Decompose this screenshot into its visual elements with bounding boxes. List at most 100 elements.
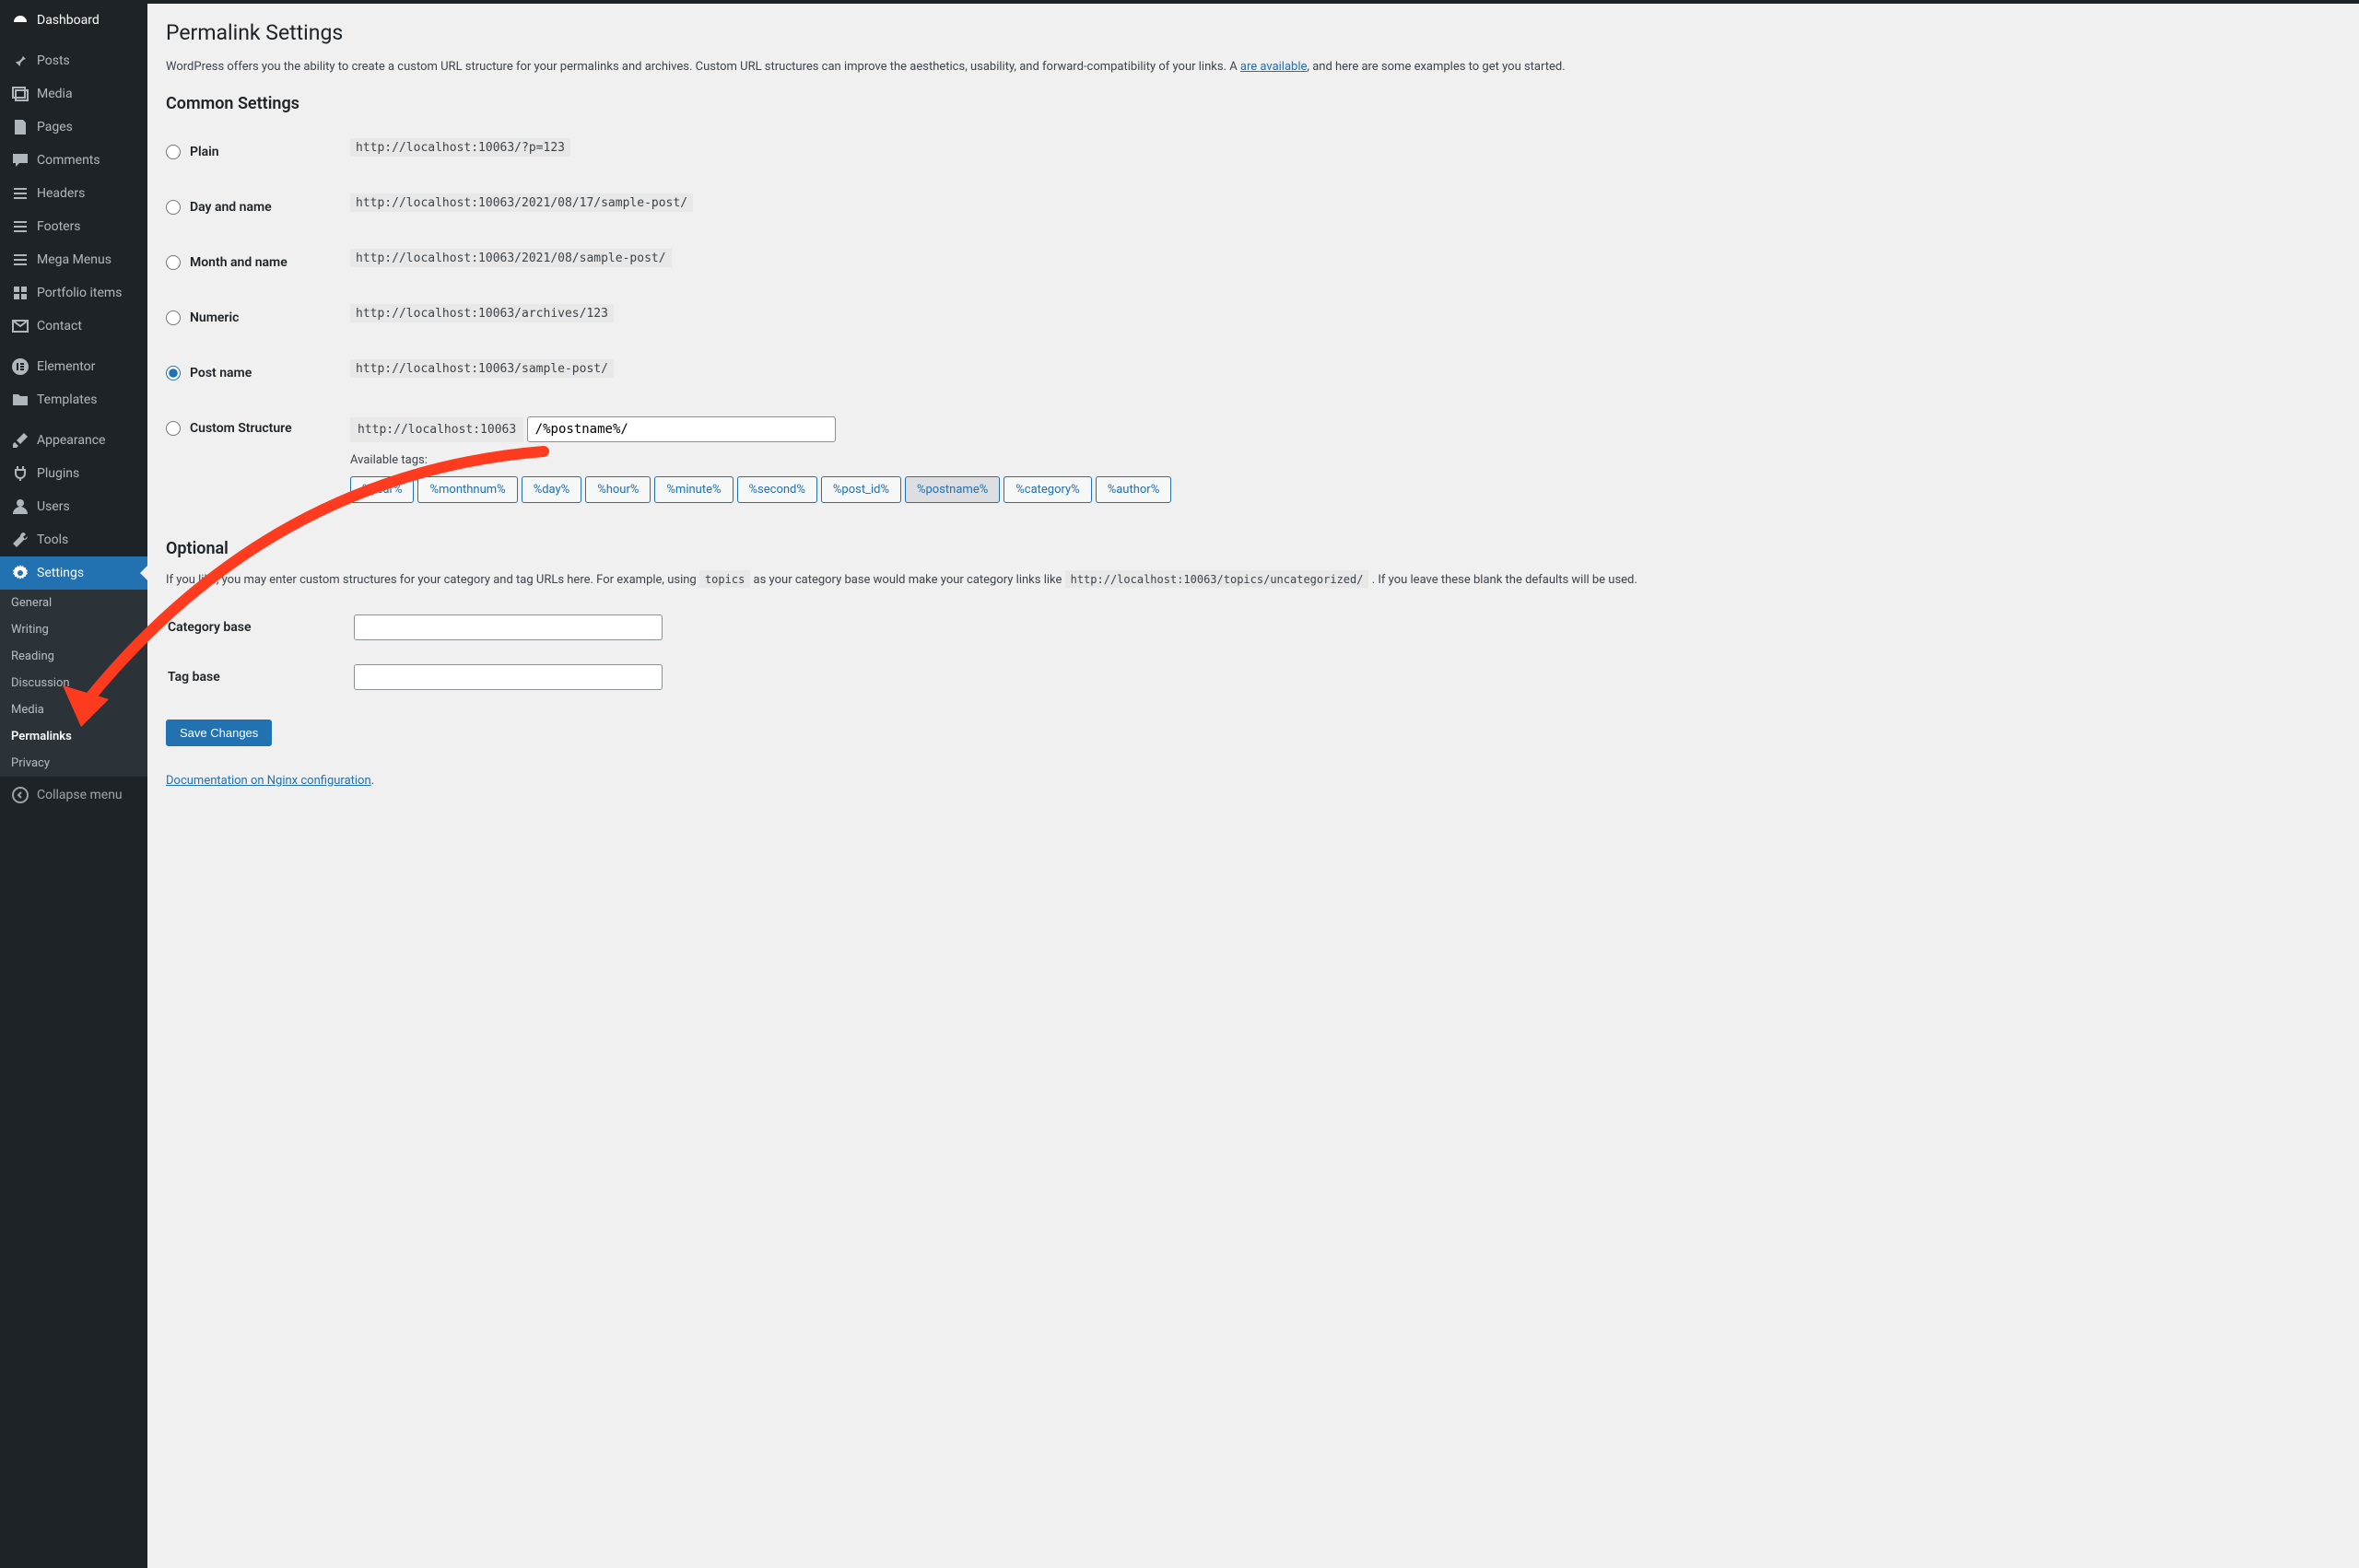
collapse-menu-button[interactable]: Collapse menu xyxy=(0,777,147,813)
comment-icon xyxy=(11,151,29,170)
tag-button-minute[interactable]: %minute% xyxy=(654,476,733,503)
common-settings-heading: Common Settings xyxy=(166,94,2341,113)
plug-icon xyxy=(11,464,29,483)
nginx-doc-link[interactable]: Documentation on Nginx configuration xyxy=(166,774,371,788)
sidebar-item-label: Templates xyxy=(37,392,98,407)
sidebar-item-plugins[interactable]: Plugins xyxy=(0,457,147,490)
sidebar-item-dashboard[interactable]: Dashboard xyxy=(0,4,147,37)
permalink-option-custom-structure[interactable]: Custom Structure xyxy=(166,421,292,436)
sidebar-item-label: Mega Menus xyxy=(37,252,111,267)
sidebar-item-media[interactable]: Media xyxy=(0,77,147,111)
bars-icon xyxy=(11,251,29,269)
permalink-option-label: Post name xyxy=(190,366,252,380)
sidebar-item-label: Pages xyxy=(37,120,73,135)
submenu-item-reading[interactable]: Reading xyxy=(0,643,147,670)
permalink-radio-post-name[interactable] xyxy=(166,366,181,380)
grid-icon xyxy=(11,284,29,302)
permalink-radio-custom-structure[interactable] xyxy=(166,421,181,436)
permalink-option-day-and-name[interactable]: Day and name xyxy=(166,200,272,215)
sidebar-item-headers[interactable]: Headers xyxy=(0,177,147,210)
settings-permalinks-page: Permalink Settings WordPress offers you … xyxy=(147,4,2359,1568)
available-tags-label: Available tags: xyxy=(350,453,2331,467)
permalink-radio-numeric[interactable] xyxy=(166,310,181,325)
tag-button-year[interactable]: %year% xyxy=(350,476,414,503)
submenu-item-permalinks[interactable]: Permalinks xyxy=(0,723,147,750)
wrench-icon xyxy=(11,531,29,549)
page-intro: WordPress offers you the ability to crea… xyxy=(166,58,2341,77)
permalink-option-label: Numeric xyxy=(190,310,239,325)
permalink-option-month-and-name[interactable]: Month and name xyxy=(166,255,288,270)
sidebar-item-settings[interactable]: Settings xyxy=(0,556,147,590)
user-icon xyxy=(11,497,29,516)
tag-button-category[interactable]: %category% xyxy=(1003,476,1091,503)
available-tags-row: %year%%monthnum%%day%%hour%%minute%%seco… xyxy=(350,476,2331,509)
tag-base-input[interactable] xyxy=(354,664,663,690)
tag-button-hour[interactable]: %hour% xyxy=(585,476,651,503)
sidebar-item-label: Appearance xyxy=(37,433,105,448)
sidebar-item-label: Portfolio items xyxy=(37,286,122,300)
intro-link[interactable]: are available xyxy=(1240,60,1307,74)
permalink-option-label: Month and name xyxy=(190,255,288,270)
sidebar-item-pages[interactable]: Pages xyxy=(0,111,147,144)
sidebar-item-label: Elementor xyxy=(37,359,95,374)
bars-icon xyxy=(11,217,29,236)
pin-icon xyxy=(11,52,29,70)
sidebar-item-contact[interactable]: Contact xyxy=(0,310,147,343)
permalink-option-post-name[interactable]: Post name xyxy=(166,366,252,380)
save-changes-button[interactable]: Save Changes xyxy=(166,720,272,746)
sidebar-item-label: Settings xyxy=(37,566,84,580)
permalink-example: http://localhost:10063/2021/08/17/sample… xyxy=(350,193,693,212)
permalink-option-label: Day and name xyxy=(190,200,272,215)
permalink-option-numeric[interactable]: Numeric xyxy=(166,310,239,325)
tag-button-postname[interactable]: %postname% xyxy=(905,476,1000,503)
submenu-item-general[interactable]: General xyxy=(0,590,147,616)
sidebar-item-appearance[interactable]: Appearance xyxy=(0,424,147,457)
page-icon xyxy=(11,118,29,136)
optional-desc: If you like, you may enter custom struct… xyxy=(166,571,2341,591)
sidebar-item-label: Dashboard xyxy=(37,13,100,28)
sidebar-item-label: Media xyxy=(37,87,73,101)
sidebar-item-comments[interactable]: Comments xyxy=(0,144,147,177)
tag-button-monthnum[interactable]: %monthnum% xyxy=(417,476,517,503)
sidebar-item-elementor[interactable]: Elementor xyxy=(0,350,147,383)
sidebar-item-posts[interactable]: Posts xyxy=(0,44,147,77)
permalink-option-label: Custom Structure xyxy=(190,421,292,436)
tag-base-label: Tag base xyxy=(168,653,352,701)
tag-button-post_id[interactable]: %post_id% xyxy=(821,476,901,503)
sidebar-item-label: Tools xyxy=(37,532,68,547)
submenu-item-discussion[interactable]: Discussion xyxy=(0,670,147,696)
permalink-radio-plain[interactable] xyxy=(166,145,181,159)
sidebar-item-footers[interactable]: Footers xyxy=(0,210,147,243)
sidebar-item-label: Headers xyxy=(37,186,85,201)
settings-submenu: GeneralWritingReadingDiscussionMediaPerm… xyxy=(0,590,147,777)
tag-button-author[interactable]: %author% xyxy=(1096,476,1172,503)
cog-icon xyxy=(11,564,29,582)
sidebar-item-users[interactable]: Users xyxy=(0,490,147,523)
category-base-input[interactable] xyxy=(354,614,663,640)
permalink-options-table: Plainhttp://localhost:10063/?p=123Day an… xyxy=(166,126,2341,522)
permalink-option-plain[interactable]: Plain xyxy=(166,145,219,159)
sidebar-item-label: Footers xyxy=(37,219,81,234)
sidebar-item-tools[interactable]: Tools xyxy=(0,523,147,556)
bars-icon xyxy=(11,184,29,203)
sidebar-item-portfolio-items[interactable]: Portfolio items xyxy=(0,276,147,310)
folder-icon xyxy=(11,391,29,409)
submenu-item-media[interactable]: Media xyxy=(0,696,147,723)
permalink-radio-day-and-name[interactable] xyxy=(166,200,181,215)
tag-button-second[interactable]: %second% xyxy=(737,476,817,503)
submenu-item-privacy[interactable]: Privacy xyxy=(0,750,147,777)
collapse-icon xyxy=(11,786,29,804)
custom-structure-prefix: http://localhost:10063 xyxy=(350,417,523,442)
tag-button-day[interactable]: %day% xyxy=(522,476,582,503)
sidebar-item-label: Contact xyxy=(37,319,82,333)
submenu-item-writing[interactable]: Writing xyxy=(0,616,147,643)
permalink-radio-month-and-name[interactable] xyxy=(166,255,181,270)
sidebar-item-label: Posts xyxy=(37,53,70,68)
sidebar-item-label: Comments xyxy=(37,153,100,168)
permalink-example: http://localhost:10063/2021/08/sample-po… xyxy=(350,249,672,267)
permalink-example: http://localhost:10063/sample-post/ xyxy=(350,359,614,378)
custom-structure-input[interactable] xyxy=(527,416,836,442)
sidebar-item-mega-menus[interactable]: Mega Menus xyxy=(0,243,147,276)
sidebar-item-templates[interactable]: Templates xyxy=(0,383,147,416)
dashboard-icon xyxy=(11,11,29,29)
